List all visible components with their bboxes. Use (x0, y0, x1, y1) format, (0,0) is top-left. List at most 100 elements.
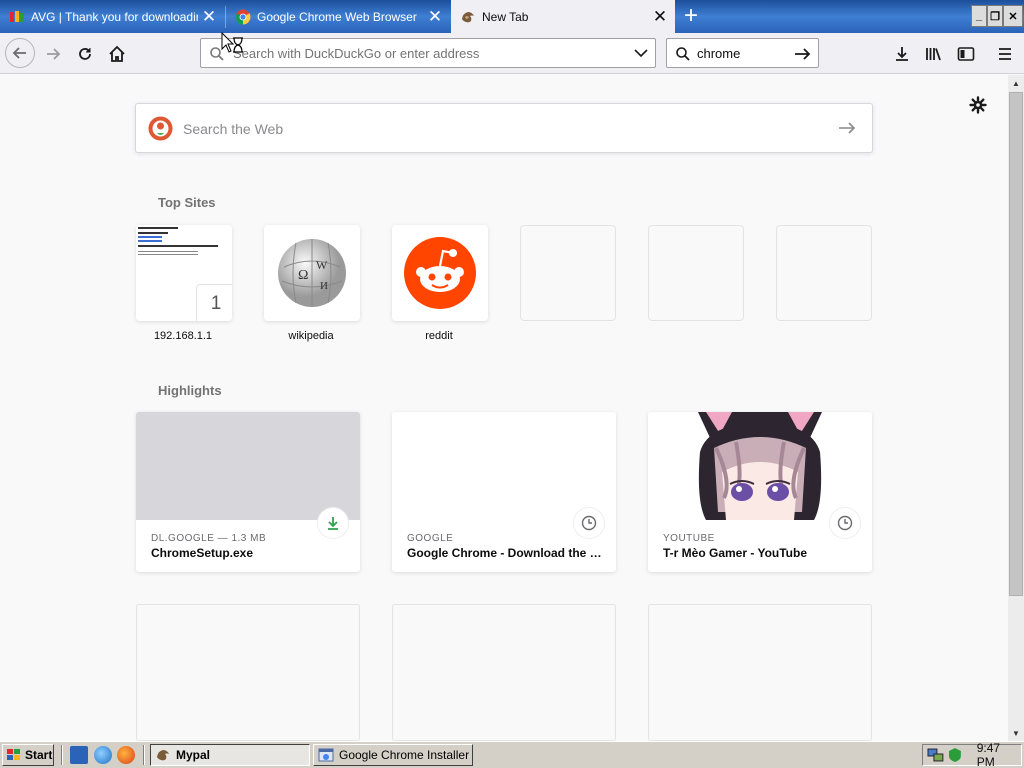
highlight-card[interactable]: GOOGLE Google Chrome - Download the Fast… (392, 412, 616, 572)
tab-title: AVG | Thank you for downloading (31, 9, 198, 24)
scrollbar-thumb[interactable] (1009, 92, 1023, 596)
busy-cursor-icon (221, 32, 243, 53)
chrome-icon (235, 9, 251, 24)
empty-highlight-slot (648, 604, 872, 741)
top-sites-heading: Top Sites (158, 195, 216, 210)
tab-title: New Tab (482, 9, 529, 24)
wikipedia-icon: Ω W И (278, 239, 346, 307)
sidebar-icon (957, 47, 975, 61)
empty-top-site-slot (520, 225, 616, 321)
taskbar-divider (61, 745, 63, 765)
clock-badge (574, 508, 604, 538)
address-input[interactable] (233, 45, 623, 62)
anime-character-image (698, 412, 822, 520)
card-title: ChromeSetup.exe (151, 546, 254, 560)
duckduckgo-icon (148, 116, 173, 141)
tab-avg[interactable]: AVG | Thank you for downloading ✕ (0, 0, 224, 33)
web-search-placeholder: Search the Web (183, 121, 284, 137)
tab-chrome[interactable]: Google Chrome Web Browser ✕ (226, 0, 450, 33)
scroll-up-arrow[interactable]: ▲ (1008, 75, 1024, 91)
card-context: DL.GOOGLE — 1.3 MB (151, 533, 267, 544)
close-window-button[interactable]: ✕ (1003, 5, 1023, 27)
card-thumbnail (136, 412, 360, 520)
search-input[interactable] (697, 45, 787, 62)
empty-top-site-slot (648, 225, 744, 321)
download-icon (328, 517, 338, 530)
clock-badge (830, 508, 860, 538)
new-tab-button[interactable]: + (678, 4, 704, 29)
library-icon (926, 48, 941, 61)
back-arrow-icon (12, 47, 26, 59)
chevron-down-icon[interactable] (634, 48, 648, 58)
pinned-number-badge: 1 (196, 284, 232, 321)
system-tray: 9:47 PM (922, 741, 1022, 768)
svg-text:И: И (320, 280, 328, 292)
svg-text:Ω: Ω (298, 268, 308, 283)
installer-icon (318, 748, 334, 762)
sidebar-button[interactable] (952, 40, 980, 68)
empty-top-site-slot (776, 225, 872, 321)
scroll-down-arrow[interactable]: ▼ (1008, 725, 1024, 741)
highlights-heading: Highlights (158, 383, 222, 398)
top-site-tile[interactable]: Ω W И (264, 225, 360, 321)
top-site-label: reddit (425, 330, 453, 342)
reload-button[interactable] (71, 40, 99, 68)
download-icon (896, 47, 908, 61)
menu-button[interactable] (991, 40, 1019, 68)
go-arrow-icon[interactable] (838, 120, 856, 136)
minimize-window-button[interactable]: _ (971, 5, 987, 27)
tab-new-tab[interactable]: New Tab ✕ (451, 0, 675, 33)
top-site-label: wikipedia (288, 330, 334, 342)
antivirus-tray-icon[interactable] (947, 747, 963, 763)
taskbar-window-label: Mypal (176, 748, 211, 762)
highlight-card[interactable]: YOUTUBE T-r Mèo Gamer - YouTube (648, 412, 872, 572)
card-thumbnail (392, 412, 616, 520)
taskbar-clock: 9:47 PM (976, 741, 1001, 768)
web-search-box[interactable]: Search the Web (135, 103, 873, 153)
reload-icon (79, 48, 91, 60)
taskbar-divider (143, 745, 145, 765)
mypal-icon (157, 750, 169, 761)
network-tray-icon[interactable] (927, 747, 945, 763)
empty-highlight-slot (136, 604, 360, 741)
card-title: Google Chrome - Download the Fast, Secur… (407, 546, 607, 560)
card-context: GOOGLE (407, 533, 454, 544)
firefox-icon[interactable] (117, 746, 135, 764)
taskbar-window-mypal[interactable]: Mypal (150, 744, 310, 766)
tab-title: Google Chrome Web Browser (257, 9, 417, 24)
home-button[interactable] (103, 40, 131, 68)
forward-button[interactable] (39, 40, 67, 68)
empty-highlight-slot (392, 604, 616, 741)
hamburger-menu-icon (999, 48, 1011, 60)
internet-explorer-icon[interactable] (94, 746, 112, 764)
windows-logo-icon (7, 749, 20, 760)
address-bar[interactable] (200, 38, 656, 68)
taskbar-window-label: Google Chrome Installer (339, 748, 470, 762)
search-bar[interactable] (666, 38, 819, 68)
close-tab-icon[interactable]: ✕ (424, 6, 446, 28)
taskbar-window-chrome-installer[interactable]: Google Chrome Installer (313, 744, 473, 766)
home-icon (109, 45, 125, 62)
back-button[interactable] (5, 38, 35, 68)
avg-icon (10, 10, 24, 22)
library-button[interactable] (920, 40, 948, 68)
card-thumbnail (648, 412, 872, 520)
show-desktop-icon[interactable] (70, 746, 88, 764)
close-tab-icon[interactable]: ✕ (198, 6, 220, 28)
top-site-tile[interactable] (392, 225, 488, 321)
card-title: T-r Mèo Gamer - YouTube (663, 546, 808, 560)
forward-arrow-icon (47, 48, 61, 60)
start-label: Start (25, 748, 53, 762)
card-context: YOUTUBE (663, 533, 715, 544)
download-badge (318, 508, 348, 538)
go-arrow-icon[interactable] (794, 46, 812, 62)
gear-icon[interactable] (969, 96, 987, 114)
highlight-card[interactable]: DL.GOOGLE — 1.3 MB ChromeSetup.exe (136, 412, 360, 572)
restore-window-button[interactable]: ❐ (987, 5, 1003, 27)
close-tab-icon[interactable]: ✕ (649, 6, 671, 28)
reddit-icon (404, 237, 476, 309)
top-site-tile[interactable]: 1 (136, 225, 232, 321)
search-icon (676, 47, 690, 61)
start-button[interactable]: Start (2, 744, 54, 766)
downloads-button[interactable] (888, 40, 916, 68)
